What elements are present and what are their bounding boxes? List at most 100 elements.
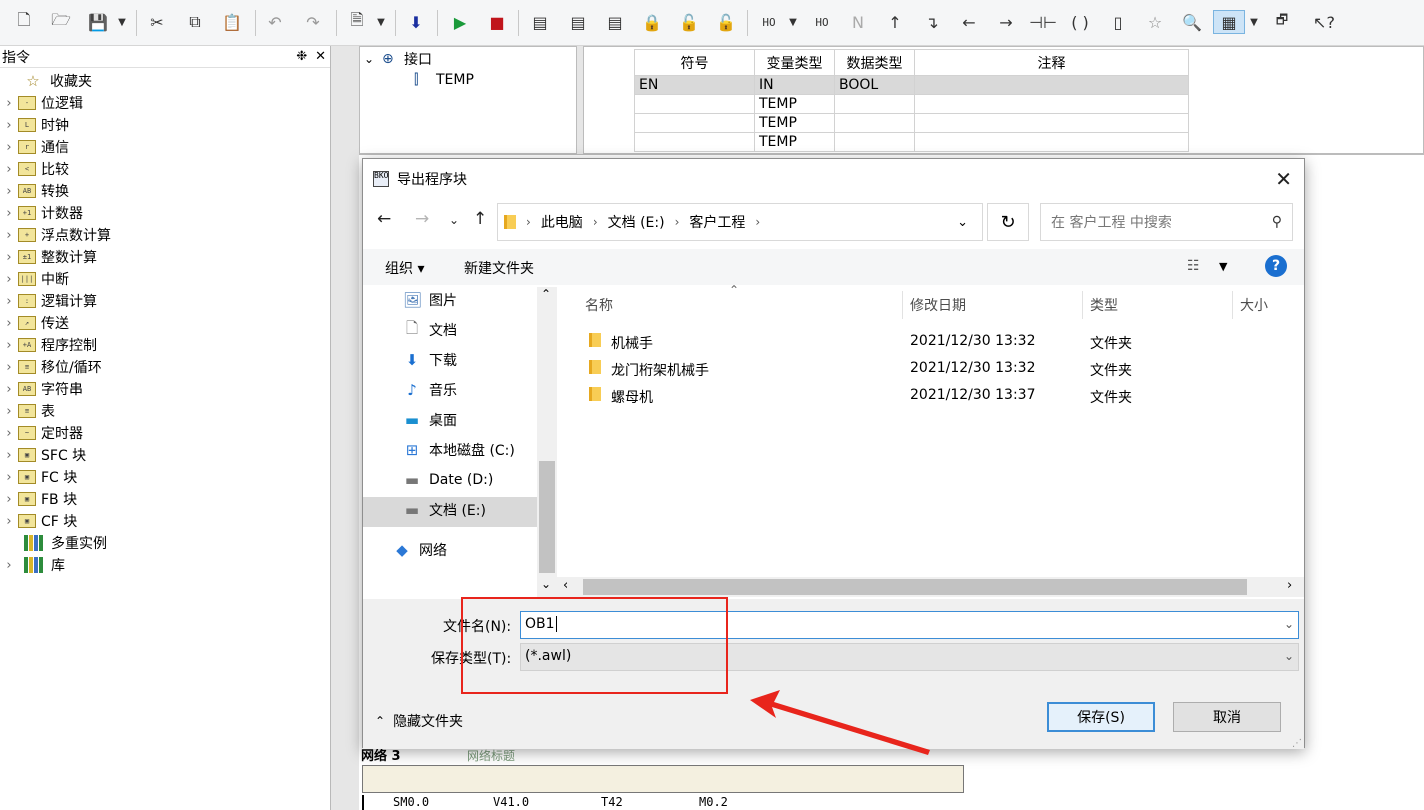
new-folder-button[interactable]: 新建文件夹 — [464, 258, 534, 278]
file-row[interactable]: 螺母机 2021/12/30 13:37 文件夹 — [557, 385, 1304, 407]
tree-item[interactable]: › r 通信 — [0, 136, 69, 158]
variable-cell[interactable] — [834, 132, 915, 152]
chevron-right-icon[interactable]: › — [0, 492, 18, 507]
nav-item[interactable]: 🖼 图片 — [403, 289, 457, 311]
box-icon[interactable]: ▯ — [1106, 10, 1130, 34]
filename-dropdown-icon[interactable]: ⌄ — [1284, 617, 1294, 631]
tree-item[interactable]: ☆ 收藏夹 — [0, 70, 92, 92]
nav-item[interactable]: ▬ 桌面 — [403, 409, 457, 431]
tree-item[interactable]: › AB 转换 — [0, 180, 69, 202]
tree-item[interactable]: › ≡ 表 — [0, 400, 55, 422]
nav-item[interactable]: 🗋 文档 — [403, 319, 457, 341]
search-input[interactable]: 在 客户工程 中搜索 ⚲ — [1040, 203, 1293, 241]
variable-cell[interactable]: TEMP — [754, 132, 835, 152]
variable-cell[interactable]: TEMP — [754, 113, 835, 133]
back-arrow-icon[interactable]: ← — [377, 209, 391, 229]
chevron-right-icon[interactable]: › — [0, 470, 18, 485]
tree-item[interactable]: › 库 — [0, 554, 65, 576]
chevron-right-icon[interactable]: › — [0, 448, 18, 463]
network-comment-box[interactable] — [362, 765, 964, 793]
tree-item[interactable]: › +A 程序控制 — [0, 334, 97, 356]
view-dropdown-icon[interactable]: ▼ — [1219, 260, 1227, 273]
chevron-right-icon[interactable]: › — [0, 140, 18, 155]
help-pointer-icon[interactable]: ↖? — [1312, 10, 1336, 34]
chevron-down-icon[interactable]: ⌄ — [364, 52, 382, 66]
tree-item[interactable]: › AB 字符串 — [0, 378, 83, 400]
open-folder-icon[interactable]: 🗁 — [49, 10, 73, 34]
filename-input[interactable]: OB1 ⌄ — [520, 611, 1299, 639]
filetype-dropdown-icon[interactable]: ⌄ — [1284, 649, 1294, 663]
chevron-right-icon[interactable]: › — [0, 514, 18, 529]
lock-icon[interactable]: 🔒 — [640, 10, 664, 34]
line-left-icon[interactable]: ← — [957, 10, 981, 34]
view-dropdown-icon[interactable]: ▼ — [1247, 10, 1261, 34]
unlock-icon[interactable]: 🔓 — [677, 10, 701, 34]
network-comment[interactable]: 网络标题 — [467, 747, 515, 764]
scroll-up-icon[interactable]: ⌃ — [541, 287, 551, 301]
save-icon[interactable]: 💾 — [86, 10, 110, 34]
variable-row[interactable]: TEMP — [634, 113, 1189, 133]
hide-folders-toggle[interactable]: ⌃ 隐藏文件夹 — [375, 711, 463, 731]
scroll-down-icon[interactable]: ⌄ — [541, 577, 551, 591]
contact-label[interactable]: SM0.0 — [393, 795, 429, 809]
cancel-button[interactable]: 取消 — [1173, 702, 1281, 732]
compile-dropdown-icon[interactable]: ▼ — [374, 10, 388, 34]
organize-button[interactable]: 组织 ▾ — [385, 258, 424, 278]
col-type[interactable]: 类型 — [1090, 295, 1118, 315]
variable-cell[interactable] — [634, 113, 755, 133]
up-arrow-icon[interactable]: ↑ — [473, 209, 487, 229]
close-icon[interactable]: ✕ — [315, 49, 326, 64]
redo-icon[interactable]: ↷ — [301, 10, 325, 34]
chevron-right-icon[interactable]: › — [0, 228, 18, 243]
variable-cell[interactable] — [914, 113, 1189, 133]
chevron-right-icon[interactable]: › — [0, 250, 18, 265]
scroll-right-icon[interactable]: › — [1287, 578, 1292, 593]
address-dropdown-icon[interactable]: ⌄ — [957, 215, 968, 230]
nav-item[interactable]: ⬇ 下载 — [403, 349, 457, 371]
stop-icon[interactable]: ■ — [485, 10, 509, 34]
variable-cell[interactable]: EN — [634, 75, 755, 95]
chevron-right-icon[interactable]: › — [0, 118, 18, 133]
variable-cell[interactable] — [834, 94, 915, 114]
breadcrumb-item[interactable]: 此电脑 — [541, 212, 583, 232]
view-grid-icon[interactable]: ▦ — [1213, 10, 1245, 34]
contact-icon[interactable]: ⊣⊢ — [1029, 10, 1057, 34]
chevron-right-icon[interactable]: › — [0, 338, 18, 353]
view-options-icon[interactable]: ☷ — [1187, 258, 1200, 274]
compile-icon[interactable]: 🗎 — [345, 10, 369, 34]
tree-item[interactable]: › ▣ SFC 块 — [0, 444, 86, 466]
variable-cell[interactable] — [634, 132, 755, 152]
tree-item[interactable]: › ▣ FC 块 — [0, 466, 77, 488]
breadcrumb-item[interactable]: 客户工程 — [689, 212, 745, 232]
chevron-right-icon[interactable]: › — [0, 360, 18, 375]
interface-root[interactable]: ⌄ ⊕ 接口 — [364, 49, 432, 69]
variable-cell[interactable]: IN — [754, 75, 835, 95]
forward-arrow-icon[interactable]: → — [415, 209, 429, 229]
new-file-icon[interactable]: 🗋 — [12, 10, 36, 34]
refresh-icon[interactable]: ↻ — [987, 203, 1029, 241]
variable-cell[interactable] — [914, 75, 1189, 95]
force-unlock-icon[interactable]: 🔓 — [714, 10, 738, 34]
chevron-right-icon[interactable]: › — [0, 426, 18, 441]
tree-item[interactable]: › ||| 中断 — [0, 268, 69, 290]
chevron-right-icon[interactable]: › — [0, 294, 18, 309]
contact-label[interactable]: T42 — [601, 795, 623, 809]
file-row[interactable]: 机械手 2021/12/30 13:32 文件夹 — [557, 331, 1304, 353]
nav-item[interactable]: ⊞ 本地磁盘 (C:) — [403, 439, 515, 461]
scroll-thumb[interactable] — [539, 461, 555, 573]
tree-item[interactable]: › +1 计数器 — [0, 202, 83, 224]
run-icon[interactable]: ▶ — [448, 10, 472, 34]
tree-item[interactable]: › + 浮点数计算 — [0, 224, 111, 246]
status-pause-icon[interactable]: ▤ — [603, 10, 627, 34]
contact-label[interactable]: V41.0 — [493, 795, 529, 809]
contact-label[interactable]: M0.2 — [699, 795, 728, 809]
favorite-icon[interactable]: ☆ — [1143, 10, 1167, 34]
save-dropdown-icon[interactable]: ▼ — [115, 10, 129, 34]
nav-item[interactable]: ◆ 网络 — [393, 539, 447, 561]
tree-item[interactable]: 多重实例 — [0, 532, 107, 554]
undo-icon[interactable]: ↶ — [263, 10, 287, 34]
chevron-right-icon[interactable]: › — [0, 382, 18, 397]
tree-item[interactable]: › ↗ 传送 — [0, 312, 69, 334]
delete-network-icon[interactable]: HO — [810, 10, 834, 34]
col-name[interactable]: 名称 — [585, 295, 613, 315]
